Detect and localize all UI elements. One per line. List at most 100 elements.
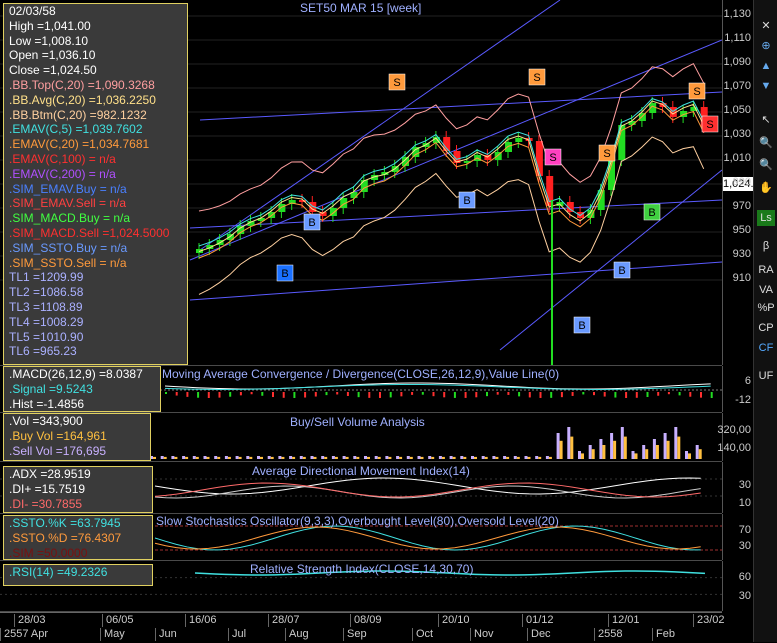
x-date-label: 23/02 [693,614,725,627]
ssto-d-line [154,526,701,550]
macd-hist-bar [646,392,649,398]
rsi-title: Relative Strength Index(CLOSE,14,30,70) [250,562,474,576]
time-axis[interactable]: 28/03 06/05 16/06 28/07 08/09 20/10 01/12 12/01… [0,612,725,643]
buy-volume-bar [399,456,403,459]
adx-info-line: .ADX =28.9519 [9,467,91,481]
toolbar-label-cp[interactable]: CP [757,320,775,336]
macd-hist-bar [368,392,371,398]
volume-scale[interactable]: 320,00 140,00 [717,413,753,461]
buy-volume-bar [688,453,691,459]
sell-volume-bar [620,427,624,459]
macd-hist-bar [186,392,189,397]
toolbar-label-x[interactable]: β [757,238,775,254]
sell-volume-bar [513,456,517,459]
sell-volume-bar [160,456,164,459]
toolbar-label-cf[interactable]: CF [757,340,775,356]
magnify-minus-icon[interactable]: 🔍 [757,157,775,173]
sell-volume-bar [599,439,603,459]
sell-volume-bar [438,456,442,459]
macd-hist-bar [667,392,670,395]
price-info-line: .EMAV(C,100) = n/a [9,151,116,166]
macd-hist-bar [593,392,595,396]
macd-hist-bar [528,392,531,398]
sell-volume-bar [342,456,346,459]
toolbar-label-ls[interactable]: Ls [757,210,775,226]
price-scale-label: 1,050 [723,104,751,116]
toolbar-label-va[interactable]: VA [757,282,775,298]
signal-marker-label: S [603,148,610,160]
ssto-info-box: .SSTO.%K =63.7945 .SSTO.%D =76.4307 .SIM =… [3,515,153,560]
buy-volume-bar [174,456,178,459]
buy-volume-bar [602,445,606,459]
buy-volume-bar [217,456,221,459]
buy-volume-bar [377,456,381,459]
cursor-icon[interactable]: ↖ [757,112,775,128]
macd-hist-bar [325,392,328,396]
x-date-label: 08/09 [350,614,382,627]
macd-hist-bar [657,392,660,396]
rsi-scale[interactable]: 60 30 [722,561,753,611]
x-month-label: Jun [155,628,177,641]
buy-volume-bar [538,456,542,459]
ssto-scale-hi: 70 [738,524,751,536]
pan-icon[interactable]: ✋ [757,180,775,196]
toolbar-label-xp[interactable]: %P [757,300,775,316]
scroll-up-icon[interactable]: ▲ [757,58,775,74]
macd-scale-hi: 6 [744,375,751,387]
macd-info-line: .MACD(26,12,9) =8.0387 [9,367,143,381]
macd-hist-bar [614,392,617,398]
price-info-line: TL6 =965.23 [9,344,77,359]
sell-volume-bar [203,456,207,459]
x-date-label: 12/01 [608,614,640,627]
toolbar-label-uf[interactable]: UF [757,368,775,384]
macd-hist-bar [261,392,264,396]
price-info-line: .EMAV(C,5) =1,039.7602 [9,122,143,137]
sell-volume-bar [428,456,432,459]
macd-hist-bar [678,392,681,396]
macd-scale[interactable]: 6 -12 [722,366,753,412]
sell-volume-bar [331,456,335,459]
ssto-k-line [154,525,701,551]
macd-hist-bar [507,392,510,395]
buy-volume-bar [613,440,617,459]
sell-volume-bar [663,433,667,459]
macd-hist-bar [518,392,521,397]
sell-volume-bar [588,445,592,459]
toolbar-label-ra[interactable]: RA [757,262,775,278]
price-scale[interactable]: 1,024.50 1,130 1,110 1,090 1,070 1,050 1,030 1… [722,0,766,365]
price-scale-label: 950 [732,224,751,236]
price-info-line: .BB.Avg(C,20) =1,036.2250 [9,92,156,107]
sell-volume-bar [556,433,560,459]
ssto-scale[interactable]: 70 30 [722,514,753,560]
sell-volume-bar [267,456,271,459]
price-scale-label: 930 [732,248,751,260]
buy-volume-bar [623,436,627,459]
ssto-title: Slow Stochastics Oscillator(9,3,3),Overb… [156,514,559,528]
rsi-info-box: .RSI(14) =49.2326 [3,564,153,586]
x-month-label: Nov [470,628,494,641]
price-info-line: .EMAV(C,20) =1,034.7681 [9,137,150,152]
close-icon[interactable]: ✕ [757,18,775,34]
x-month-label: Aug [285,628,309,641]
x-month-label: Sep [343,628,367,641]
signal-marker-label: B [578,320,585,332]
macd-hist-bar [239,392,242,396]
adx-scale-hi: 30 [738,479,751,491]
macd-hist-bar [700,392,702,398]
scroll-down-icon[interactable]: ▼ [757,78,775,94]
macd-hist-bar [475,392,478,398]
price-info-line: TL5 =1010.90 [9,329,84,344]
price-scale-label: 1,130 [723,8,751,20]
buy-volume-bar [260,456,263,459]
signal-marker-label: S [549,152,556,164]
buy-volume-bar [431,456,435,459]
adx-scale[interactable]: 30 10 [722,462,753,513]
price-info-line: Open =1,036.10 [9,48,96,63]
macd-scale-lo: -12 [735,394,751,406]
magnify-icon[interactable]: 🔍 [757,135,775,151]
macd-hist-bar [165,392,167,394]
zoom-in-icon[interactable]: ⊕ [757,38,775,54]
price-info-line: Low =1,008.10 [9,33,89,48]
buy-volume-bar [206,456,210,459]
macd-hist-bar [175,392,178,396]
